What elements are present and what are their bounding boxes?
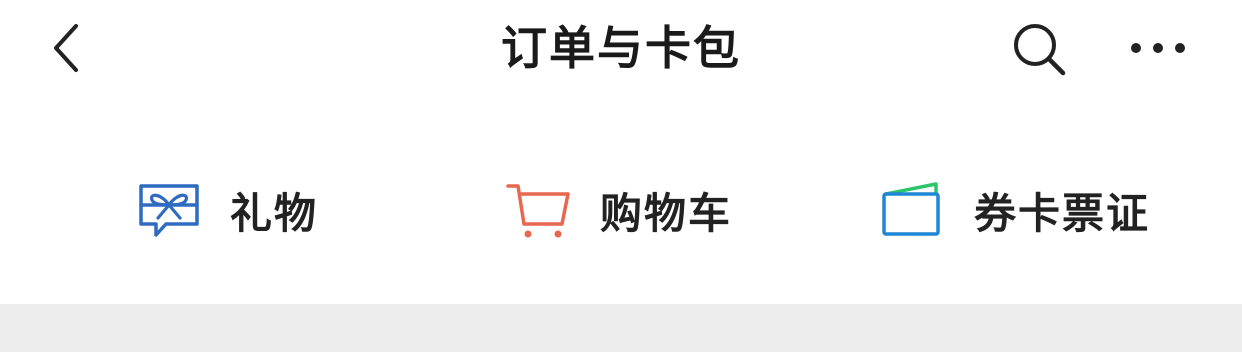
quick-links-row: 礼物 购物车 券卡票证: [0, 150, 1242, 270]
shopping-cart-icon: [506, 184, 570, 238]
more-button[interactable]: [1126, 24, 1190, 72]
more-dots-icon: [1131, 43, 1185, 53]
quick-link-cart-label: 购物车: [600, 188, 733, 238]
quick-link-gift[interactable]: 礼物: [136, 178, 318, 242]
card-wallet-icon: [882, 182, 940, 236]
quick-link-cards-label: 券卡票证: [974, 188, 1151, 238]
orders-and-cards-screen: 订单与卡包 礼物 购物车 券卡票证: [0, 0, 1242, 352]
section-divider: [0, 304, 1242, 352]
gift-message-icon: [139, 184, 199, 237]
search-button[interactable]: [1006, 16, 1072, 82]
quick-link-gift-label: 礼物: [230, 188, 319, 238]
quick-link-cards[interactable]: 券卡票证: [880, 178, 1150, 242]
top-navigation-bar: 订单与卡包: [0, 0, 1242, 96]
search-icon: [1014, 24, 1066, 76]
quick-link-cart[interactable]: 购物车: [506, 178, 732, 242]
